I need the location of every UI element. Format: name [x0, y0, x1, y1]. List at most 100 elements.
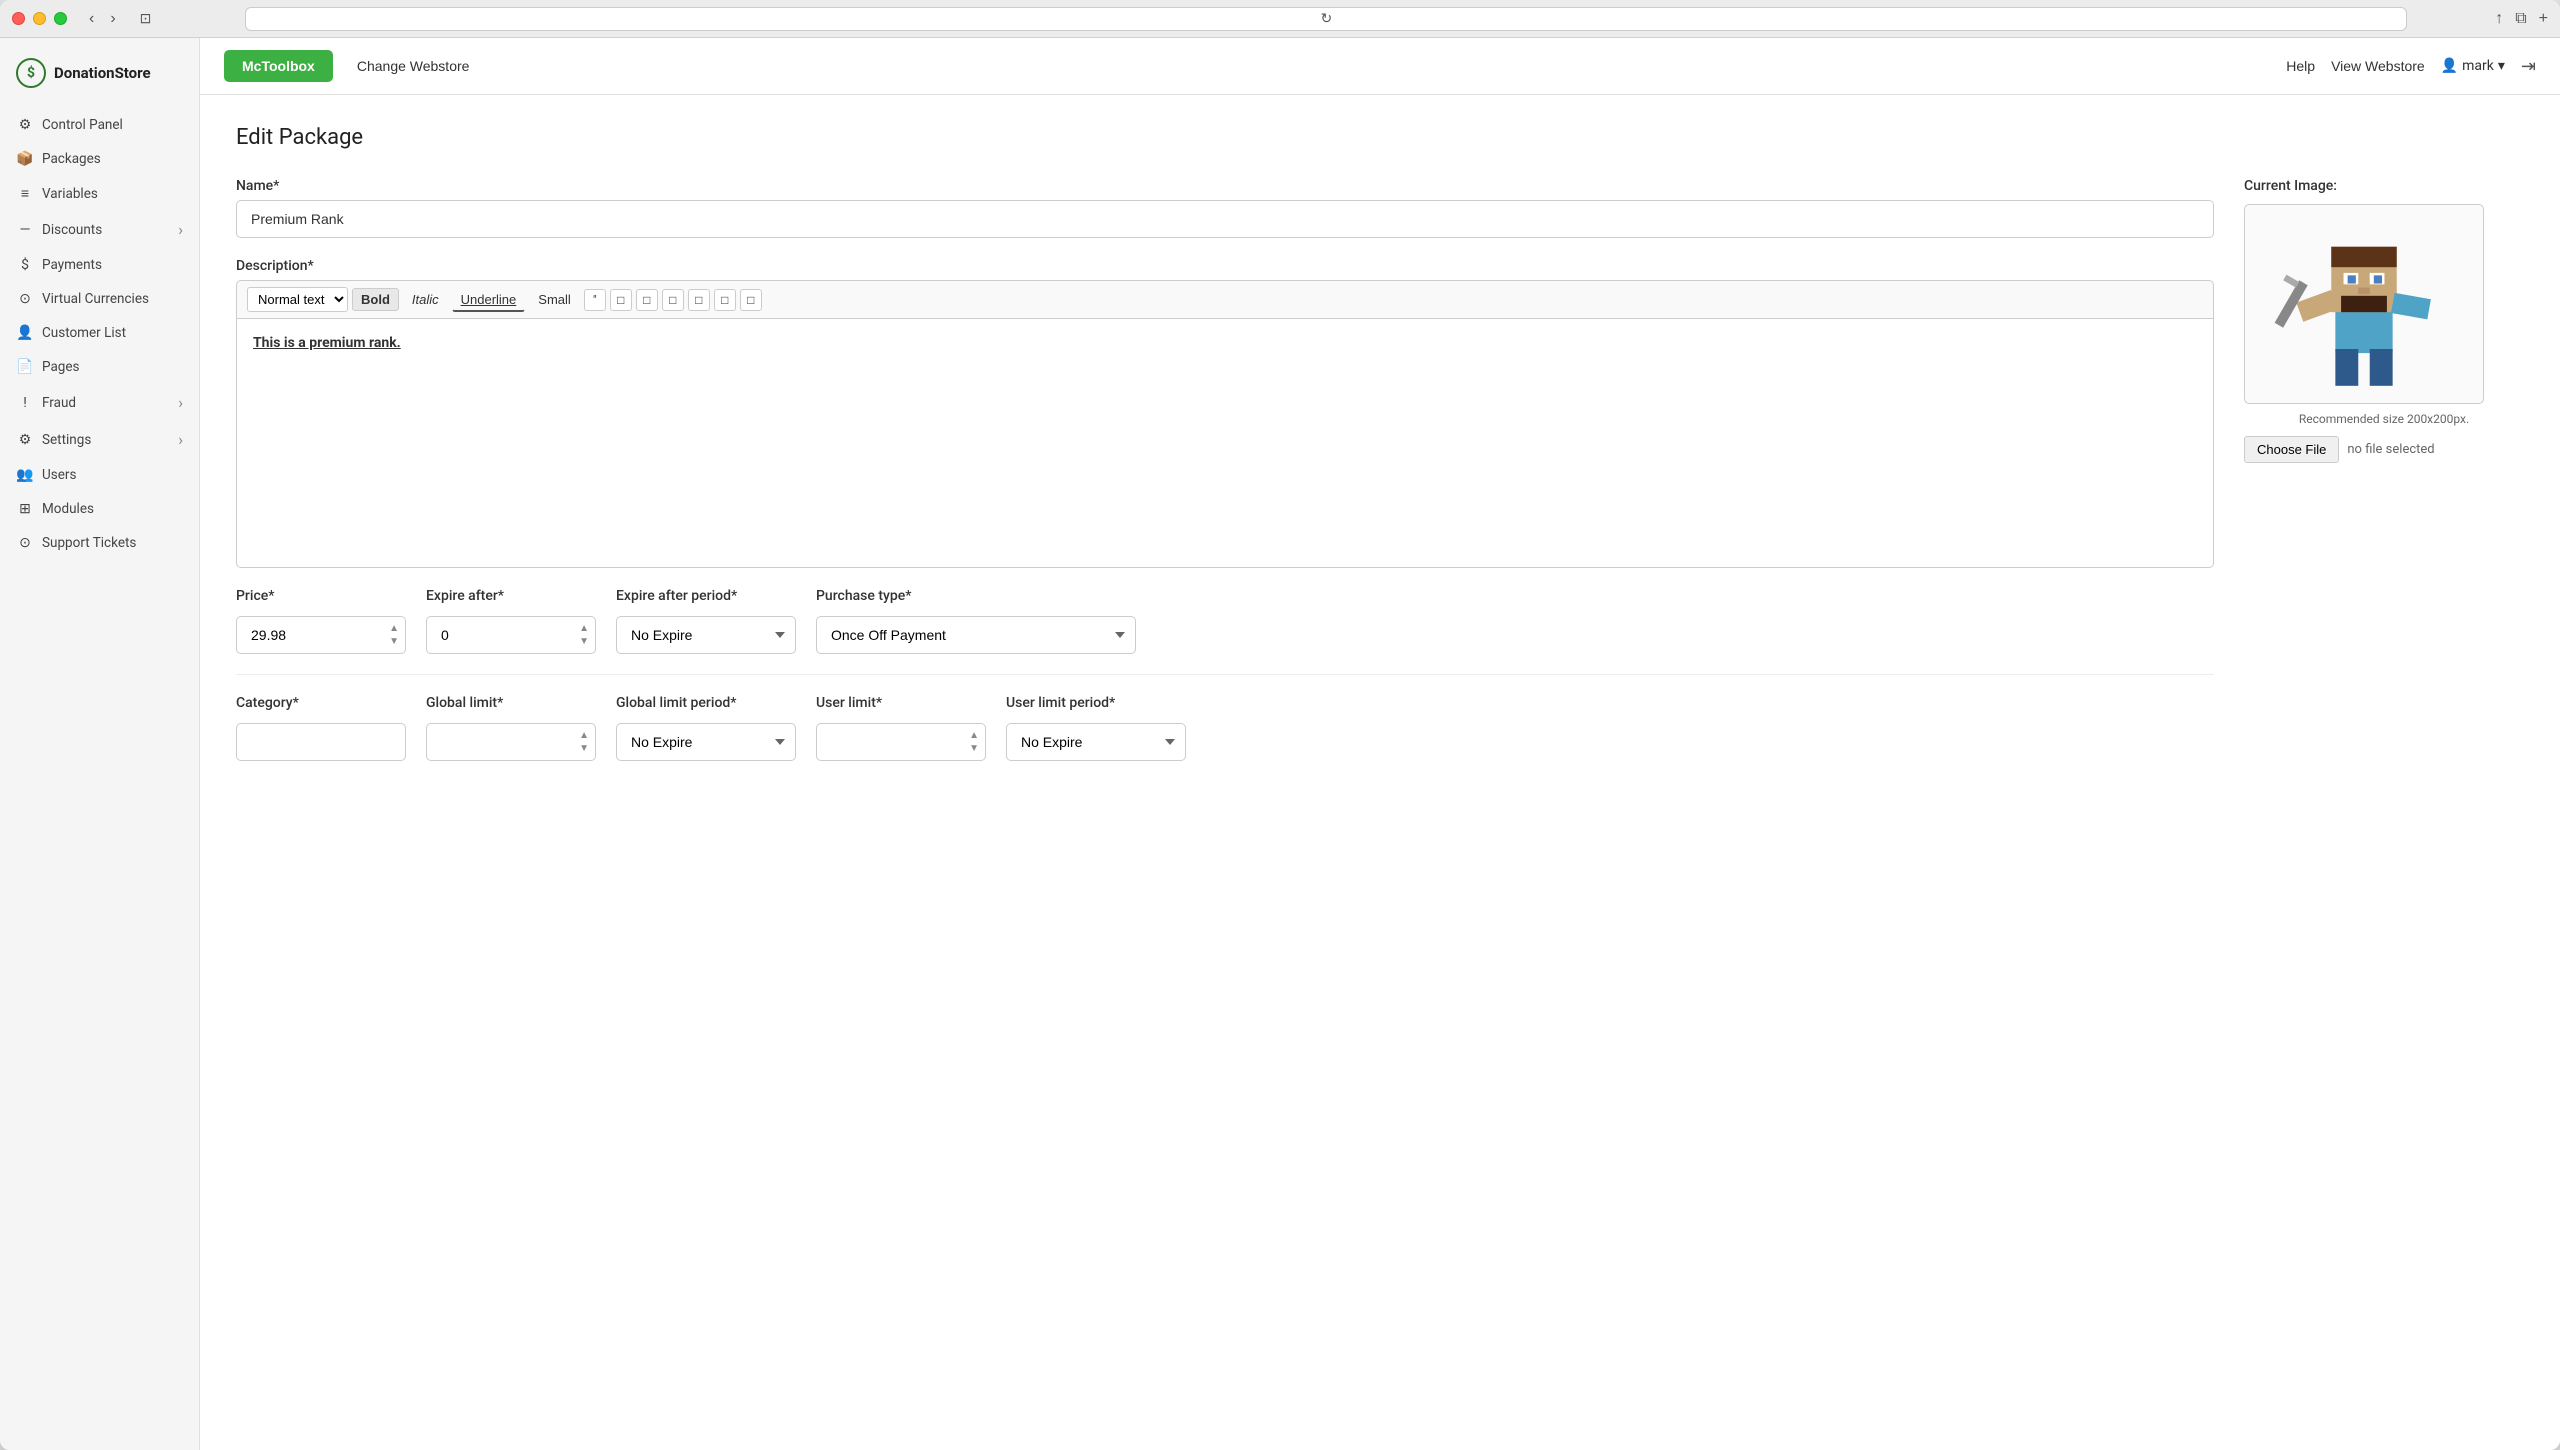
- address-bar[interactable]: ↻: [245, 7, 2407, 31]
- help-button[interactable]: Help: [2286, 58, 2315, 74]
- list6-icon[interactable]: □: [740, 289, 762, 311]
- discounts-icon: —: [16, 222, 34, 238]
- fullscreen-button[interactable]: +: [2539, 10, 2548, 28]
- view-webstore-button[interactable]: View Webstore: [2331, 58, 2425, 74]
- sidebar-toggle-button[interactable]: ⊡: [134, 8, 158, 29]
- sidebar-item-modules[interactable]: ⊞ Modules: [0, 492, 199, 526]
- logo-icon: $: [16, 58, 46, 88]
- sidebar-item-label: Users: [42, 467, 76, 483]
- sidebar-item-pages[interactable]: 📄 Pages: [0, 350, 199, 384]
- user-menu[interactable]: 👤 mark ▾: [2441, 58, 2505, 74]
- quote-icon[interactable]: ": [584, 289, 606, 311]
- tickets-icon: ⊙: [16, 535, 34, 551]
- small-button[interactable]: Small: [529, 288, 580, 311]
- user-limit-up[interactable]: ▲: [968, 730, 980, 742]
- change-webstore-button[interactable]: Change Webstore: [345, 50, 482, 82]
- share-button[interactable]: ↑: [2495, 10, 2503, 28]
- main-content: Edit Package Name* Description*: [200, 95, 2560, 1450]
- list2-icon[interactable]: □: [636, 289, 658, 311]
- no-file-text: no file selected: [2347, 442, 2434, 457]
- user-limit-down[interactable]: ▼: [968, 743, 980, 755]
- expire-after-group: Expire after* ▲ ▼: [426, 588, 596, 654]
- price-group: Price* ▲ ▼: [236, 588, 406, 654]
- price-input[interactable]: [236, 616, 406, 654]
- modules-icon: ⊞: [16, 501, 34, 517]
- list-icon[interactable]: □: [610, 289, 632, 311]
- fraud-icon: !: [16, 395, 34, 411]
- user-limit-wrap: ▲ ▼: [816, 723, 986, 761]
- back-button[interactable]: ‹: [83, 8, 100, 30]
- expire-after-up-button[interactable]: ▲: [578, 623, 590, 635]
- expire-period-select[interactable]: No Expire Days Weeks Months Years: [616, 616, 796, 654]
- fields-row: Price* ▲ ▼: [236, 588, 2214, 654]
- global-limit-down[interactable]: ▼: [578, 743, 590, 755]
- category-group: Category*: [236, 695, 406, 761]
- currency-icon: ⊙: [16, 291, 34, 307]
- global-limit-label: Global limit*: [426, 695, 596, 711]
- sidebar-item-variables[interactable]: ≡ Variables: [0, 176, 199, 211]
- character-image: [2274, 214, 2454, 394]
- sidebar-item-label: Modules: [42, 501, 94, 517]
- italic-button[interactable]: Italic: [403, 288, 448, 311]
- choose-file-button[interactable]: Choose File: [2244, 436, 2339, 463]
- maximize-button[interactable]: [54, 12, 67, 25]
- underline-button[interactable]: Underline: [452, 288, 526, 312]
- sidebar-item-label: Control Panel: [42, 117, 123, 133]
- sidebar-item-control-panel[interactable]: ⚙ Control Panel: [0, 108, 199, 142]
- user-limit-input[interactable]: [816, 723, 986, 761]
- form-main-col: Name* Description* Normal text B: [236, 178, 2214, 761]
- price-down-button[interactable]: ▼: [388, 636, 400, 648]
- app-layout: $ DonationStore ⚙ Control Panel 📦 Packag…: [0, 38, 2560, 1450]
- name-input[interactable]: [236, 200, 2214, 238]
- payments-icon: $: [16, 257, 34, 273]
- sidebar-item-payments[interactable]: $ Payments: [0, 248, 199, 282]
- sidebar-item-packages[interactable]: 📦 Packages: [0, 142, 199, 176]
- sidebar-item-users[interactable]: 👥 Users: [0, 458, 199, 492]
- store-name-button[interactable]: McToolbox: [224, 50, 333, 82]
- purchase-type-select[interactable]: Once Off Payment Subscription: [816, 616, 1136, 654]
- name-label: Name*: [236, 178, 2214, 194]
- expire-period-label: Expire after period*: [616, 588, 796, 604]
- sidebar-item-settings[interactable]: ⚙ Settings: [0, 421, 199, 458]
- expire-after-stepper: ▲ ▼: [578, 623, 590, 648]
- minimize-button[interactable]: [33, 12, 46, 25]
- price-label: Price*: [236, 588, 406, 604]
- sidebar-item-label: Customer List: [42, 325, 126, 341]
- fields-row-2: Category* Global limit* ▲ ▼: [236, 695, 2214, 761]
- list3-icon[interactable]: □: [662, 289, 684, 311]
- description-label: Description*: [236, 258, 2214, 274]
- expire-after-label: Expire after*: [426, 588, 596, 604]
- sidebar-item-customer-list[interactable]: 👤 Customer List: [0, 316, 199, 350]
- expire-after-down-button[interactable]: ▼: [578, 636, 590, 648]
- global-limit-period-select[interactable]: No Expire: [616, 723, 796, 761]
- tab-button[interactable]: ⧉: [2515, 10, 2526, 28]
- sidebar-logo: $ DonationStore: [0, 48, 199, 108]
- price-up-button[interactable]: ▲: [388, 623, 400, 635]
- format-select[interactable]: Normal text: [247, 287, 348, 312]
- list5-icon[interactable]: □: [714, 289, 736, 311]
- close-button[interactable]: [12, 12, 25, 25]
- global-limit-input[interactable]: [426, 723, 596, 761]
- sidebar-item-virtual-currencies[interactable]: ⊙ Virtual Currencies: [0, 282, 199, 316]
- image-preview: [2244, 204, 2484, 404]
- purchase-type-group: Purchase type* Once Off Payment Subscrip…: [816, 588, 1136, 654]
- category-input[interactable]: [236, 723, 406, 761]
- reload-button[interactable]: ↻: [1320, 10, 1332, 27]
- user-limit-period-label: User limit period*: [1006, 695, 1186, 711]
- sidebar-item-label: Virtual Currencies: [42, 291, 149, 307]
- list4-icon[interactable]: □: [688, 289, 710, 311]
- user-limit-period-select[interactable]: No Expire: [1006, 723, 1186, 761]
- global-limit-up[interactable]: ▲: [578, 730, 590, 742]
- logout-icon[interactable]: ⇥: [2521, 56, 2536, 77]
- sidebar-item-label: Variables: [42, 186, 98, 202]
- current-image-label: Current Image:: [2244, 178, 2524, 194]
- sidebar-item-discounts[interactable]: — Discounts: [0, 211, 199, 248]
- description-editor[interactable]: This is a premium rank.: [236, 318, 2214, 568]
- sidebar-item-fraud[interactable]: ! Fraud: [0, 384, 199, 421]
- bold-button[interactable]: Bold: [352, 288, 399, 311]
- forward-button[interactable]: ›: [104, 8, 121, 30]
- form-layout: Name* Description* Normal text B: [236, 178, 2524, 761]
- titlebar-actions: ↑ ⧉ +: [2495, 10, 2548, 28]
- sidebar-item-support-tickets[interactable]: ⊙ Support Tickets: [0, 526, 199, 560]
- expire-after-input[interactable]: [426, 616, 596, 654]
